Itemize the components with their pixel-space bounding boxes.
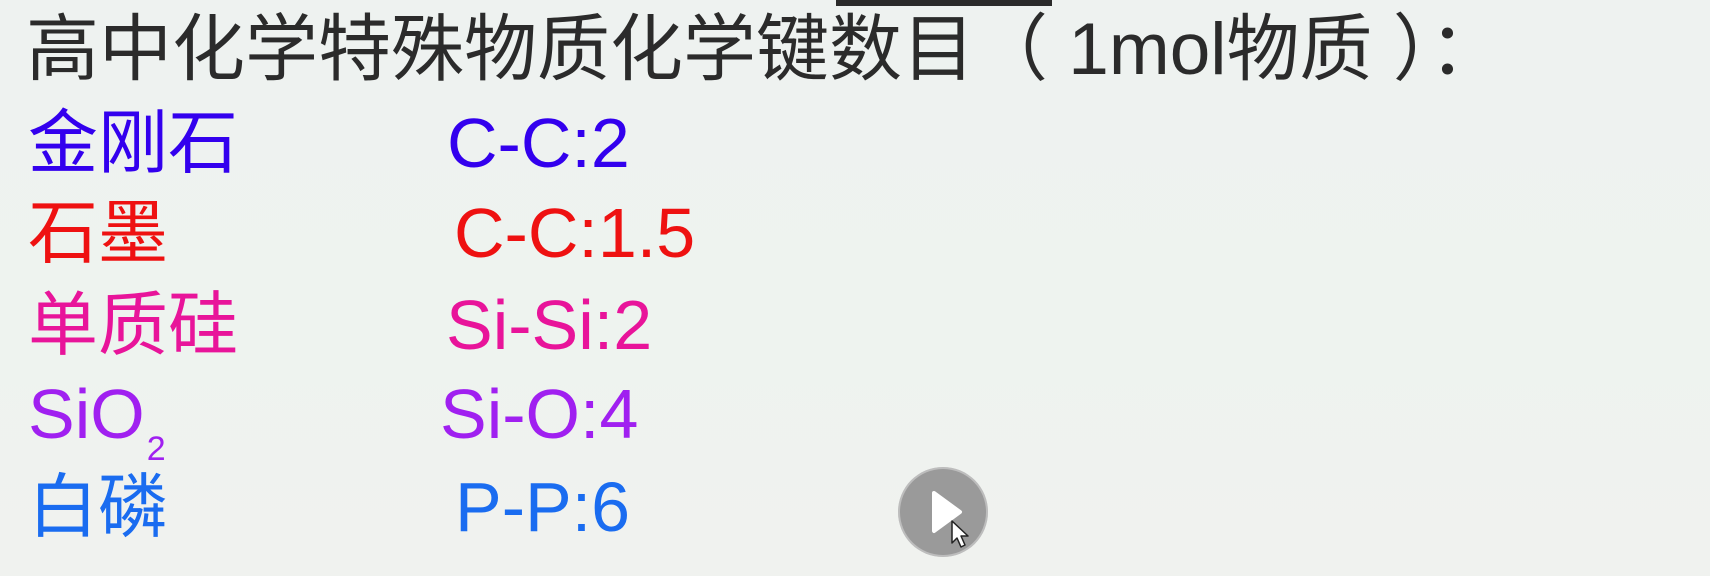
substance-name: 金刚石	[28, 104, 238, 182]
list-item-diamond: 金刚石 C-C:2	[0, 97, 1000, 189]
cursor-arrow-icon	[951, 520, 969, 548]
list-item-graphite: 石墨 C-C:1.5	[0, 187, 1000, 279]
bond-count: Si-O:4	[440, 375, 639, 453]
page-title: 高中化学特殊物质化学键数目（ 1mol物质 ）：	[26, 9, 1503, 90]
substance-name: 单质硅	[28, 286, 238, 364]
substance-name: SiO2	[28, 368, 166, 473]
list-item-silica: SiO2 Si-O:4	[0, 368, 1000, 468]
formula-main: SiO	[28, 375, 145, 453]
list-item-white-phosphorus: 白磷 P-P:6	[0, 461, 1000, 553]
bond-count: C-C:1.5	[454, 194, 696, 272]
substance-name: 石墨	[28, 194, 168, 272]
bond-count: P-P:6	[455, 468, 631, 546]
list-item-silicon: 单质硅 Si-Si:2	[0, 279, 1000, 371]
play-button[interactable]	[898, 467, 988, 557]
bond-count: C-C:2	[447, 104, 630, 182]
substance-name: 白磷	[28, 468, 168, 546]
bond-count: Si-Si:2	[446, 286, 653, 364]
